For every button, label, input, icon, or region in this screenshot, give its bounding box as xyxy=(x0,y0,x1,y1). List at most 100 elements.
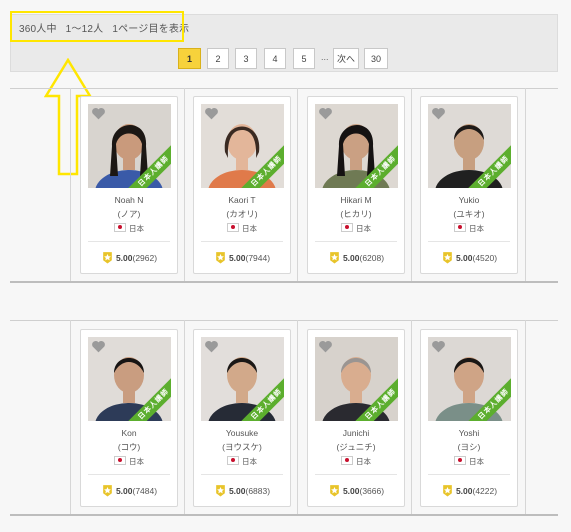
teacher-photo[interactable]: 日本人講師 xyxy=(201,337,284,421)
teacher-card[interactable]: 日本人講師 Kaori T (カオリ) 日本 5.00(7944) xyxy=(193,96,291,274)
column-divider xyxy=(525,88,526,281)
page-3-button[interactable]: 3 xyxy=(235,48,257,69)
column-divider xyxy=(70,88,71,281)
star-badge-icon xyxy=(216,252,225,264)
favorite-heart-icon[interactable] xyxy=(204,107,219,125)
card-divider xyxy=(201,474,283,475)
teacher-name[interactable]: Yousuke xyxy=(194,428,290,438)
teacher-card[interactable]: 日本人講師 Hikari M (ヒカリ) 日本 5.00(6208) xyxy=(307,96,405,274)
page-2-button[interactable]: 2 xyxy=(207,48,229,69)
rating-value: 5.00 xyxy=(228,486,246,496)
teacher-name-kana: (ユキオ) xyxy=(453,209,485,219)
rating-value: 5.00 xyxy=(115,486,133,496)
nationality-label: 日本 xyxy=(129,224,144,233)
rating-value: 5.00 xyxy=(228,253,246,263)
teacher-photo[interactable]: 日本人講師 xyxy=(428,104,511,188)
teacher-card[interactable]: 日本人講師 Yukio (ユキオ) 日本 5.00(4520) xyxy=(420,96,518,274)
japan-flag-icon xyxy=(454,456,466,465)
column-divider xyxy=(184,88,185,281)
rating-value: 5.00 xyxy=(342,253,360,263)
review-count: (3666) xyxy=(359,486,385,496)
favorite-heart-icon[interactable] xyxy=(91,340,106,358)
teacher-rating: 5.00(7944) xyxy=(194,251,290,264)
teacher-nationality: 日本 xyxy=(81,223,177,234)
favorite-heart-icon[interactable] xyxy=(318,340,333,358)
teacher-photo[interactable]: 日本人講師 xyxy=(428,337,511,421)
page-1-button[interactable]: 1 xyxy=(178,48,201,69)
teacher-name[interactable]: Noah N xyxy=(81,195,177,205)
favorite-heart-icon[interactable] xyxy=(431,107,446,125)
star-badge-icon xyxy=(330,252,339,264)
rating-value: 5.00 xyxy=(455,253,473,263)
teacher-nationality: 日本 xyxy=(421,223,517,234)
review-count: (7944) xyxy=(245,253,271,263)
teacher-name-kana: (ジュニチ) xyxy=(336,442,376,452)
teacher-name[interactable]: Kon xyxy=(81,428,177,438)
teacher-nationality: 日本 xyxy=(81,456,177,467)
star-badge-icon xyxy=(103,485,112,497)
card-divider xyxy=(201,241,283,242)
teacher-name-kana: (ヨウスケ) xyxy=(222,442,262,452)
nationality-label: 日本 xyxy=(129,457,144,466)
teacher-photo[interactable]: 日本人講師 xyxy=(315,104,398,188)
teacher-rating: 5.00(6208) xyxy=(308,251,404,264)
nationality-label: 日本 xyxy=(469,224,484,233)
card-divider xyxy=(315,241,397,242)
teacher-photo[interactable]: 日本人講師 xyxy=(88,104,171,188)
column-divider xyxy=(184,320,185,514)
teacher-name-kana: (ヒカリ) xyxy=(340,209,372,219)
teacher-card[interactable]: 日本人講師 Noah N (ノア) 日本 5.00(2962) xyxy=(80,96,178,274)
teacher-card[interactable]: 日本人講師 Junichi (ジュニチ) 日本 5.00(3666) xyxy=(307,329,405,507)
rating-value: 5.00 xyxy=(115,253,133,263)
star-badge-icon xyxy=(103,252,112,264)
column-divider xyxy=(411,88,412,281)
teacher-name[interactable]: Junichi xyxy=(308,428,404,438)
favorite-heart-icon[interactable] xyxy=(318,107,333,125)
review-count: (6208) xyxy=(359,253,385,263)
rating-value: 5.00 xyxy=(455,486,473,496)
favorite-heart-icon[interactable] xyxy=(431,340,446,358)
last-page-button[interactable]: 30 xyxy=(364,48,388,69)
japan-flag-icon xyxy=(227,456,239,465)
teacher-card[interactable]: 日本人講師 Yoshi (ヨシ) 日本 5.00(4222) xyxy=(420,329,518,507)
rating-value: 5.00 xyxy=(342,486,360,496)
review-count: (4222) xyxy=(472,486,498,496)
teacher-nationality: 日本 xyxy=(194,456,290,467)
nationality-label: 日本 xyxy=(242,457,257,466)
japan-flag-icon xyxy=(114,223,126,232)
japan-flag-icon xyxy=(341,456,353,465)
teacher-name[interactable]: Yoshi xyxy=(421,428,517,438)
teacher-rating: 5.00(4222) xyxy=(421,484,517,497)
japan-flag-icon xyxy=(454,223,466,232)
row-divider xyxy=(10,320,558,321)
teacher-name-kana: (ノア) xyxy=(117,209,141,219)
page-5-button[interactable]: 5 xyxy=(293,48,315,69)
row-divider xyxy=(10,88,558,89)
japan-flag-icon xyxy=(114,456,126,465)
teacher-rating: 5.00(7484) xyxy=(81,484,177,497)
card-divider xyxy=(428,241,510,242)
next-page-button[interactable]: 次へ xyxy=(333,48,359,69)
column-divider xyxy=(525,320,526,514)
column-divider xyxy=(411,320,412,514)
teacher-photo[interactable]: 日本人講師 xyxy=(88,337,171,421)
page-4-button[interactable]: 4 xyxy=(264,48,286,69)
star-badge-icon xyxy=(330,485,339,497)
teacher-nationality: 日本 xyxy=(308,456,404,467)
teacher-name-kana: (ヨシ) xyxy=(457,442,481,452)
teacher-photo[interactable]: 日本人講師 xyxy=(315,337,398,421)
teacher-name[interactable]: Kaori T xyxy=(194,195,290,205)
teacher-name-kana: (カオリ) xyxy=(226,209,258,219)
favorite-heart-icon[interactable] xyxy=(204,340,219,358)
teacher-card[interactable]: 日本人講師 Kon (コウ) 日本 5.00(7484) xyxy=(80,329,178,507)
nationality-label: 日本 xyxy=(356,457,371,466)
teacher-card[interactable]: 日本人講師 Yousuke (ヨウスケ) 日本 5.00(6883) xyxy=(193,329,291,507)
teacher-name[interactable]: Hikari M xyxy=(308,195,404,205)
nationality-label: 日本 xyxy=(469,457,484,466)
column-divider xyxy=(297,88,298,281)
teacher-name[interactable]: Yukio xyxy=(421,195,517,205)
teacher-nationality: 日本 xyxy=(194,223,290,234)
teacher-photo[interactable]: 日本人講師 xyxy=(201,104,284,188)
row-divider xyxy=(10,281,558,283)
favorite-heart-icon[interactable] xyxy=(91,107,106,125)
